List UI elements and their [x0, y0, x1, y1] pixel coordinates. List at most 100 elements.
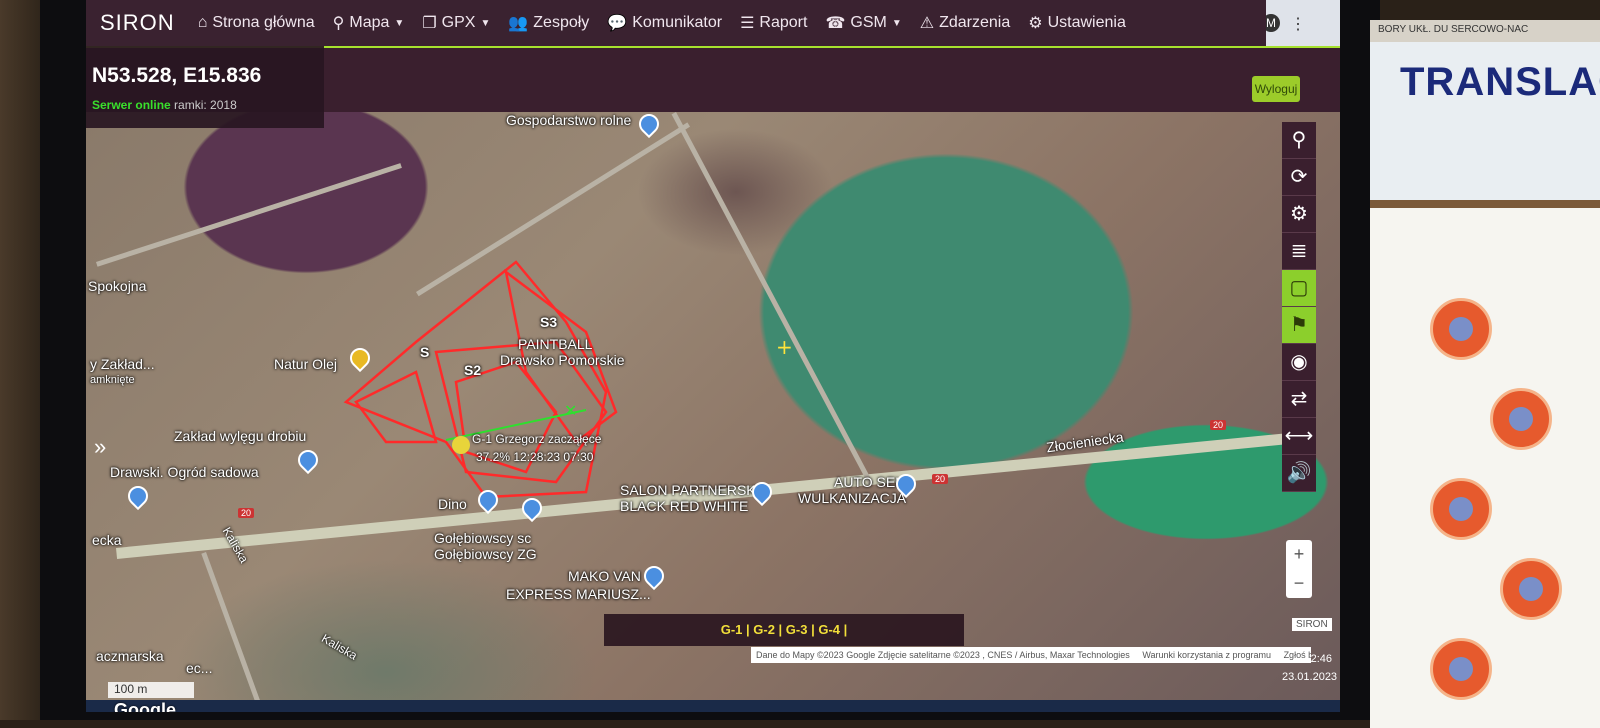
poster-strip: BORY UKŁ. DU SERCOWO-NAC [1370, 20, 1600, 42]
tracker-label: G-1 Grzegorz zacząłęce [472, 432, 602, 446]
place-label: Dino [438, 496, 467, 512]
nav-report[interactable]: ☰ Raport [740, 13, 807, 33]
home-icon: ⌂ [197, 14, 208, 31]
nav-map[interactable]: ⚲ Mapa ▼ [333, 13, 405, 33]
screen: ⇪ ☆ ✜ ▭ M ⋮ SIRON ⌂Strona główna ⚲Mapa▼ … [86, 0, 1340, 712]
nav-gpx[interactable]: ❐ GPX ▼ [422, 13, 490, 33]
sector-label: S3 [540, 314, 558, 330]
place-label: WULKANIZACJA [798, 490, 907, 506]
road-number-badge: 20 [238, 508, 255, 518]
crosshair-icon: + [776, 335, 793, 359]
cell-illustration [1430, 638, 1492, 700]
zoom-in-button[interactable]: + [1286, 540, 1312, 569]
nav-label: Ustawienia [1047, 14, 1126, 31]
place-label: EXPRESS MARIUSZ... [506, 586, 651, 602]
place-label: SALON PARTNERSKI [620, 482, 760, 498]
place-status: amknięte [90, 374, 135, 386]
list-icon: ☰ [740, 15, 755, 32]
place-label: Gołębiowscy sc [434, 530, 532, 546]
tracker-marker[interactable] [452, 436, 470, 454]
settings-icon[interactable]: ⚙ [1282, 196, 1316, 233]
location-icon[interactable]: ⚲ [1282, 122, 1316, 159]
clock-time: 12:46 [1304, 653, 1332, 665]
nav-label: Zdarzenia [939, 14, 1011, 31]
place-label: Drawsko Pomorskie [500, 352, 625, 368]
wall-poster: BORY UKŁ. DU SERCOWO-NAC TRANSLACJ [1370, 20, 1600, 728]
brand-logo[interactable]: SIRON [86, 10, 189, 36]
sector-label: S [420, 344, 430, 360]
nav-label: Mapa [349, 14, 390, 31]
nav-label: GSM [850, 14, 887, 31]
cell-illustration [1430, 478, 1492, 540]
map-scale: 100 m [108, 682, 194, 698]
nav-label: Raport [759, 14, 808, 31]
road-number-badge: 20 [1210, 420, 1227, 430]
server-status: Serwer online ramki: 2018 [92, 98, 237, 112]
chat-icon: 💬 [607, 15, 628, 32]
zoom-out-button[interactable]: − [1286, 569, 1312, 598]
expand-panel-icon[interactable]: » [94, 434, 106, 460]
top-navbar: SIRON ⌂ Strona główna ⚲ Mapa ▼ ❐ GPX ▼ 👥 Zespo… [86, 0, 1266, 46]
refresh-icon[interactable]: ⟳ [1282, 159, 1316, 196]
place-label: AUTO SEK [834, 474, 905, 490]
nav-events[interactable]: ⚠ Zdarzenia [920, 13, 1011, 33]
credits-data: Dane do Mapy ©2023 Google Zdjęcie sateli… [756, 650, 1130, 660]
road-number-badge: 20 [932, 474, 949, 484]
users-icon: 👥 [508, 15, 529, 32]
sync-icon[interactable]: ⇄ [1282, 381, 1316, 418]
poster-title: TRANSLACJ [1400, 60, 1600, 104]
map-credits: Dane do Mapy ©2023 Google Zdjęcie sateli… [751, 647, 1311, 663]
logout-button[interactable]: Wyloguj [1252, 76, 1300, 102]
nav-label: Komunikator [632, 14, 723, 31]
place-label: BLACK RED WHITE [620, 498, 749, 514]
nav-gsm[interactable]: ☎ GSM ▼ [825, 13, 901, 33]
place-label: Natur Olej [274, 356, 338, 372]
cell-illustration [1500, 558, 1562, 620]
nav-settings[interactable]: ⚙ Ustawienia [1028, 13, 1126, 33]
system-clock: 12:46 23.01.2023 [1282, 650, 1338, 686]
nav-label: Zespoły [533, 14, 590, 31]
layers-icon[interactable]: ≣ [1282, 233, 1316, 270]
street-label: Spokojna [88, 278, 147, 294]
place-label: y Zakład... [90, 356, 155, 372]
nav-label: Strona główna [212, 14, 315, 31]
menu-icon[interactable]: ⋮ [1290, 14, 1306, 34]
frames-count: ramki: 2018 [174, 98, 237, 112]
volume-icon[interactable]: 🔊 [1282, 455, 1316, 492]
poster-board [1370, 200, 1600, 728]
map-pin-icon: ⚲ [332, 15, 345, 32]
map-toolbar: ⚲ ⟳ ⚙ ≣ ▢ ⚑ ◉ ⇄ ⟷ 🔊 [1282, 122, 1316, 492]
group-legend[interactable]: G-1 | G-2 | G-3 | G-4 | [604, 614, 964, 646]
google-logo: Google [114, 700, 176, 712]
os-taskbar [86, 700, 1340, 712]
pin-icon[interactable]: ⚑ [1282, 307, 1316, 344]
street-label: aczmarska [96, 648, 164, 664]
square-icon[interactable]: ▢ [1282, 270, 1316, 307]
cell-illustration [1490, 388, 1552, 450]
cell-illustration [1430, 298, 1492, 360]
place-label: Gospodarstwo rolne [506, 112, 632, 128]
place-label: MAKO VAN [568, 568, 641, 584]
clock-date: 23.01.2023 [1282, 671, 1338, 683]
sector-label: S2 [464, 362, 482, 378]
coordinates-readout: N53.528, E15.836 [92, 64, 262, 87]
copy-icon: ❐ [422, 15, 437, 32]
gears-icon: ⚙ [1028, 15, 1043, 32]
nav-messenger[interactable]: 💬 Komunikator [607, 13, 722, 33]
place-label: Zakład wylęgu drobiu [174, 428, 307, 444]
zoom-control: + − [1286, 540, 1312, 598]
street-label: ec... [186, 660, 213, 676]
nav-label: GPX [441, 14, 476, 31]
place-label: PAINTBALL [518, 336, 593, 352]
nav-home[interactable]: ⌂ Strona główna [198, 14, 315, 32]
eye-icon[interactable]: ◉ [1282, 344, 1316, 381]
siron-watermark: SIRON [1292, 618, 1332, 631]
street-label: ecka [92, 532, 122, 548]
warning-icon: ⚠ [919, 15, 935, 32]
tracker-stats: 37.2% 12:28:23 07:30 [476, 450, 594, 464]
resize-icon[interactable]: ⟷ [1282, 418, 1316, 455]
caret-down-icon: ▼ [480, 17, 491, 29]
terms-link[interactable]: Warunki korzystania z programu [1142, 650, 1271, 660]
place-label: Gołębiowscy ZG [434, 546, 537, 562]
nav-teams[interactable]: 👥 Zespoły [508, 13, 589, 33]
